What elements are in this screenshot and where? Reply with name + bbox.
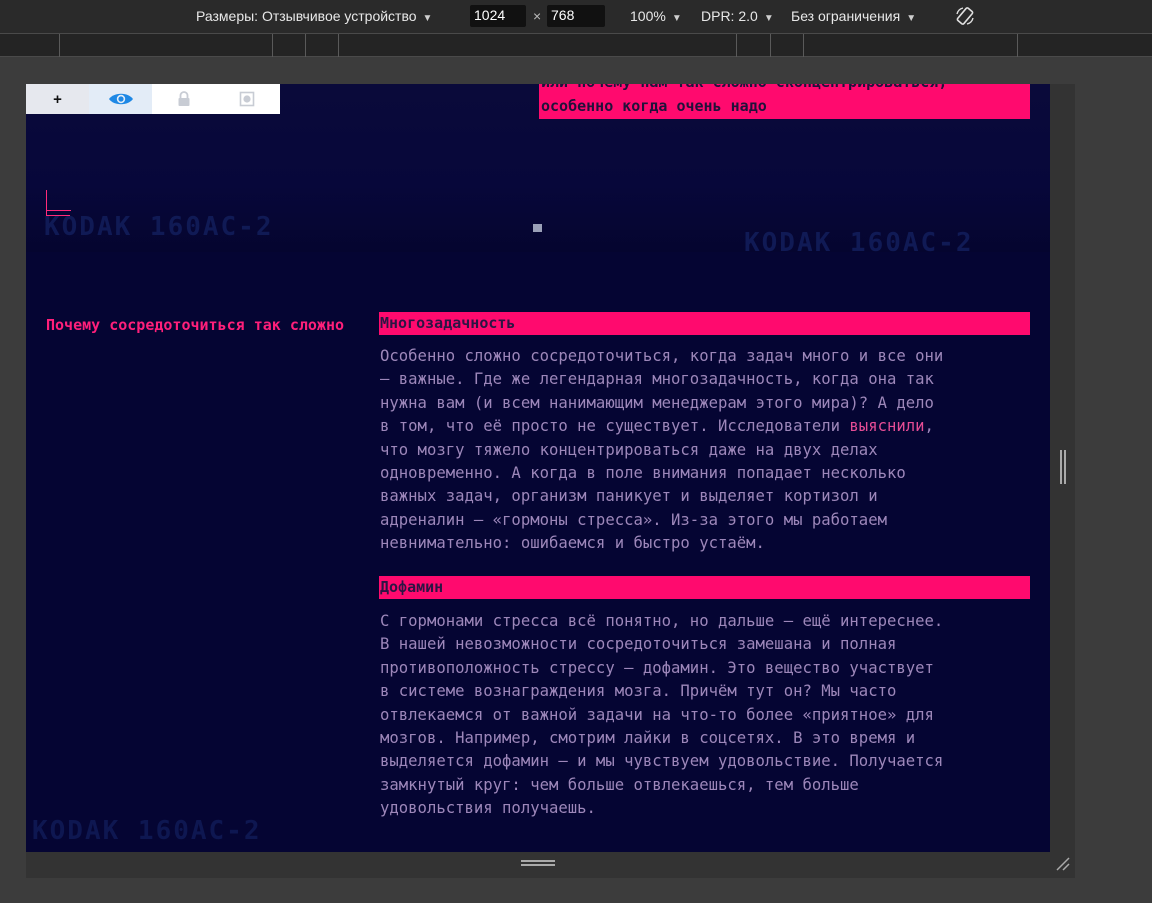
contrast-button[interactable] <box>215 84 278 114</box>
paragraph-dopamine: С гормонами стресса всё понятно, но даль… <box>380 612 944 818</box>
contrast-icon <box>239 91 254 107</box>
eye-button[interactable] <box>89 84 152 114</box>
dpr-label: DPR: 2.0 <box>701 8 758 24</box>
dimensions-dropdown[interactable]: Размеры: Отзывчивое устройство ▼ <box>196 8 432 24</box>
zoom-dropdown[interactable]: 100% ▼ <box>630 8 682 24</box>
ruler-tick <box>272 34 273 57</box>
lock-icon <box>178 91 189 106</box>
ruler-tick <box>59 34 60 57</box>
section-heading-dopamine: Дофамин <box>379 576 1030 599</box>
device-toolbar: Размеры: Отзывчивое устройство ▼ 1024 × 7… <box>0 0 1152 33</box>
resize-handle-bottom[interactable] <box>521 860 555 866</box>
ruler-tick <box>803 34 804 57</box>
corner-mark <box>46 190 71 216</box>
eye-icon <box>108 93 133 105</box>
ruler-tick <box>1017 34 1018 57</box>
media-query-ruler[interactable] <box>0 33 1152 57</box>
lock-button[interactable] <box>152 84 215 114</box>
subtitle-line: или почему нам так сложно сконцентрирова… <box>541 84 1030 94</box>
add-button[interactable]: + <box>26 84 89 114</box>
rotate-icon[interactable] <box>954 5 976 27</box>
ruler-tick <box>338 34 339 57</box>
film-watermark: KODAK 160AC-2 <box>44 212 274 242</box>
film-watermark: KODAK 160AC-2 <box>32 816 262 846</box>
page-toolbar: + <box>26 84 280 114</box>
cursor-dot <box>533 224 542 232</box>
chevron-down-icon: ▼ <box>763 13 774 24</box>
resize-corner-icon[interactable] <box>1054 855 1070 871</box>
chevron-down-icon: ▼ <box>671 13 682 24</box>
chevron-down-icon: ▼ <box>906 13 917 24</box>
ruler-tick <box>305 34 306 57</box>
chevron-down-icon: ▼ <box>422 13 433 24</box>
throttle-dropdown[interactable]: Без ограничения ▼ <box>791 8 916 24</box>
width-input[interactable]: 1024 <box>470 5 526 27</box>
dimensions-label: Размеры: Отзывчивое устройство <box>196 8 417 24</box>
times-sign: × <box>533 8 542 24</box>
page-viewport[interactable]: KODAK 160AC-2 KODAK 160AC-2 KODAK 160AC-… <box>26 84 1050 852</box>
film-watermark: KODAK 160AC-2 <box>744 228 974 258</box>
resize-handle-right[interactable] <box>1060 450 1066 484</box>
research-link[interactable]: выяснили <box>849 417 924 435</box>
paragraph-text: , что мозгу тяжело концентрироваться даж… <box>380 417 934 553</box>
zoom-label: 100% <box>630 8 666 24</box>
subtitle: или почему нам так сложно сконцентрирова… <box>539 84 1030 119</box>
ruler-tick <box>736 34 737 57</box>
throttle-label: Без ограничения <box>791 8 901 24</box>
ruler-tick <box>770 34 771 57</box>
height-input[interactable]: 768 <box>547 5 605 27</box>
section-title: Почему сосредоточиться так сложно <box>46 316 345 334</box>
section-heading-multitasking: Многозадачность <box>379 312 1030 335</box>
dpr-dropdown[interactable]: DPR: 2.0 ▼ <box>701 8 774 24</box>
paragraph-multitasking: Особенно сложно сосредоточиться, когда з… <box>380 345 1040 556</box>
subtitle-line: особенно когда очень надо <box>541 97 767 115</box>
